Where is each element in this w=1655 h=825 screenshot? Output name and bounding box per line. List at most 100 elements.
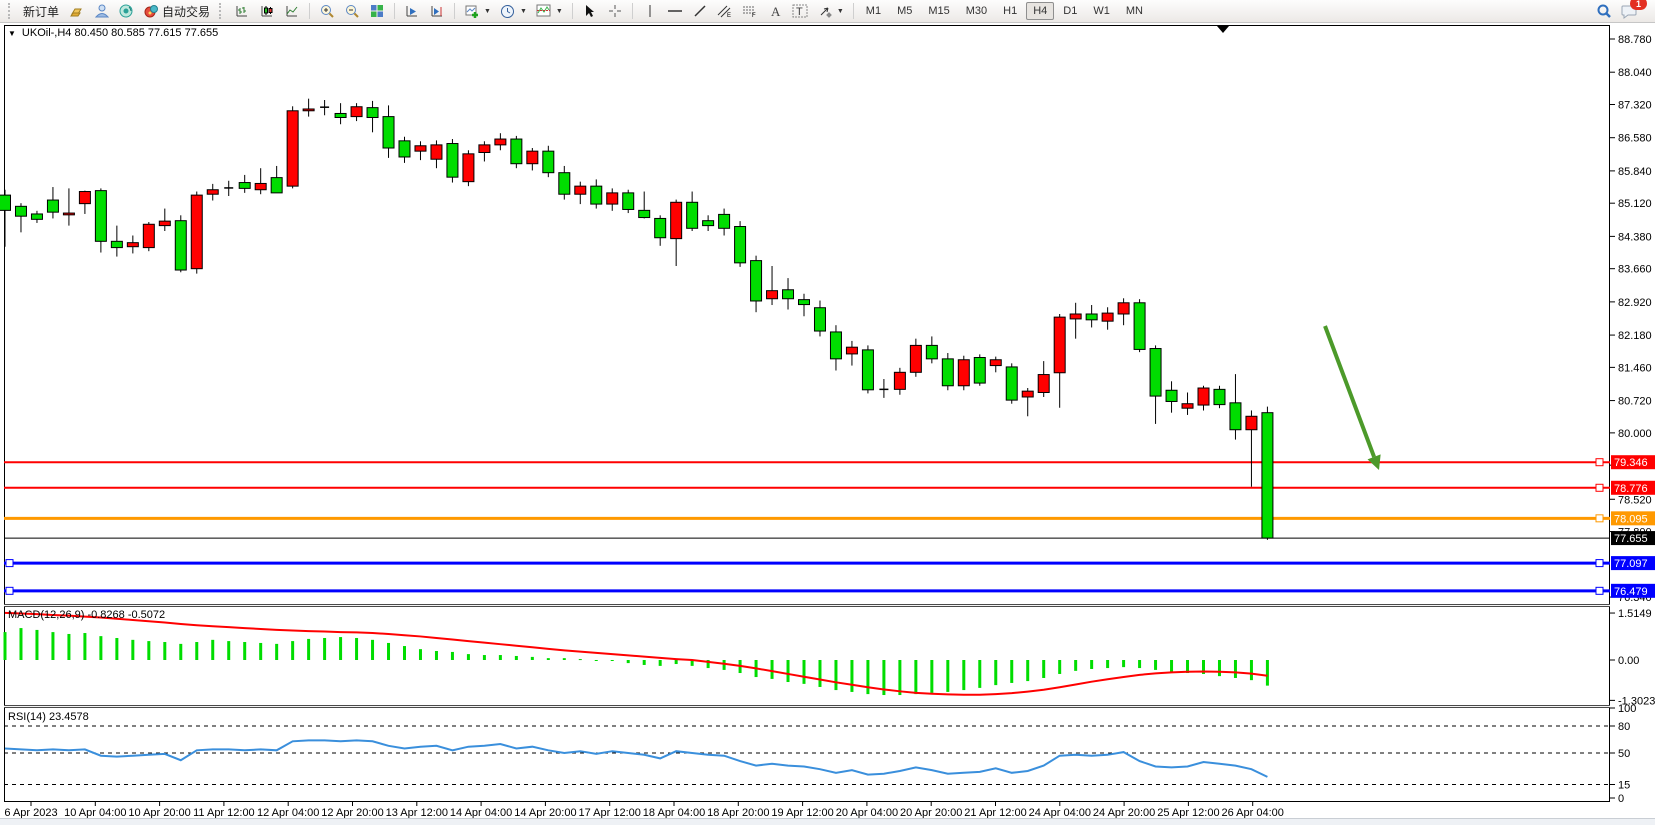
macd-histogram-bar xyxy=(387,643,390,660)
macd-histogram-bar xyxy=(675,660,678,664)
candle xyxy=(367,108,378,118)
one-click-trading-expander-icon[interactable]: ▼ xyxy=(8,29,16,38)
candle xyxy=(846,347,857,354)
price-line-label-text: 78.095 xyxy=(1614,513,1648,525)
macd-histogram-bar xyxy=(371,640,374,660)
mt4-application-window: 新订单 自动交易 xyxy=(0,0,1655,825)
chart-window: 88.78088.04087.32086.58085.84085.12084.3… xyxy=(0,23,1655,818)
line-handle[interactable] xyxy=(1596,560,1603,567)
candle xyxy=(255,183,266,189)
macd-histogram-bar xyxy=(435,651,438,660)
macd-histogram-bar xyxy=(307,639,310,660)
line-handle[interactable] xyxy=(1596,587,1603,594)
candle xyxy=(1214,389,1225,404)
candle xyxy=(1022,391,1033,397)
macd-histogram-bar xyxy=(291,641,294,660)
macd-histogram-bar xyxy=(1234,660,1237,678)
line-handle[interactable] xyxy=(1596,459,1603,466)
line-handle[interactable] xyxy=(1596,515,1603,522)
macd-histogram-bar xyxy=(627,660,630,663)
candle xyxy=(1246,416,1257,429)
candle xyxy=(63,213,74,215)
macd-histogram-bar xyxy=(547,658,550,660)
macd-histogram-bar xyxy=(1154,660,1157,670)
macd-histogram-bar xyxy=(914,660,917,694)
macd-histogram-bar xyxy=(803,660,806,684)
macd-histogram-bar xyxy=(1218,660,1221,676)
macd-histogram-bar xyxy=(898,660,901,695)
symbol-ohlc-text: UKOil-,H4 80.450 80.585 77.615 77.655 xyxy=(22,27,218,39)
price-tick-label: 78.520 xyxy=(1618,494,1652,506)
macd-histogram-bar xyxy=(243,642,246,660)
candle xyxy=(894,372,905,389)
candle xyxy=(463,154,474,182)
price-tick-label: 81.460 xyxy=(1618,362,1652,374)
candle xyxy=(511,139,522,164)
candle xyxy=(1070,314,1081,319)
candle xyxy=(543,151,554,173)
chart-canvas[interactable]: 88.78088.04087.32086.58085.84085.12084.3… xyxy=(0,0,1655,825)
macd-histogram-bar xyxy=(1026,660,1029,681)
macd-histogram-bar xyxy=(1170,660,1173,672)
macd-histogram-bar xyxy=(4,632,7,660)
macd-histogram-bar xyxy=(723,660,726,670)
macd-histogram-bar xyxy=(483,655,486,660)
candle xyxy=(783,290,794,299)
macd-histogram-bar xyxy=(147,641,150,660)
line-handle[interactable] xyxy=(6,587,13,594)
macd-histogram-bar xyxy=(67,634,70,660)
price-tick-label: 82.920 xyxy=(1618,297,1652,309)
candle xyxy=(143,224,154,247)
candle xyxy=(559,173,570,195)
price-tick-label: 87.320 xyxy=(1618,99,1652,111)
rsi-axis-label: 15 xyxy=(1618,780,1630,792)
macd-histogram-bar xyxy=(787,660,790,682)
candle xyxy=(495,139,506,145)
price-tick-label: 88.040 xyxy=(1618,67,1652,79)
macd-histogram-bar xyxy=(1042,660,1045,678)
price-tick-label: 82.180 xyxy=(1618,330,1652,342)
line-handle[interactable] xyxy=(6,560,13,567)
candle xyxy=(175,221,186,270)
candle xyxy=(926,345,937,358)
macd-histogram-bar xyxy=(355,638,358,660)
macd-histogram-bar xyxy=(115,638,118,660)
price-line-label-text: 77.655 xyxy=(1614,533,1648,545)
rsi-axis-label: 80 xyxy=(1618,721,1630,733)
macd-histogram-bar xyxy=(467,654,470,660)
candle xyxy=(47,200,58,212)
macd-histogram-bar xyxy=(51,632,54,660)
line-handle[interactable] xyxy=(1596,484,1603,491)
status-bar xyxy=(0,818,1655,825)
macd-histogram-bar xyxy=(211,640,214,660)
candle xyxy=(1198,388,1209,405)
rsi-axis-label: 50 xyxy=(1618,748,1630,760)
candle xyxy=(79,192,90,204)
macd-histogram-bar xyxy=(1090,660,1093,669)
macd-histogram-bar xyxy=(131,640,134,660)
price-tick-label: 88.780 xyxy=(1618,34,1652,46)
candle xyxy=(1134,303,1145,350)
candle xyxy=(111,241,122,247)
candle xyxy=(527,151,538,164)
macd-histogram-bar xyxy=(962,660,965,690)
price-line-label-text: 77.097 xyxy=(1614,558,1648,570)
macd-histogram-bar xyxy=(227,641,230,660)
macd-histogram-bar xyxy=(978,660,981,688)
macd-histogram-bar xyxy=(419,649,422,660)
candle xyxy=(735,227,746,263)
candle xyxy=(639,210,650,217)
macd-histogram-bar xyxy=(771,660,774,679)
candle xyxy=(159,221,170,225)
candle xyxy=(623,193,634,210)
candle xyxy=(671,202,682,238)
macd-histogram-bar xyxy=(179,644,182,660)
candle xyxy=(431,145,442,159)
candle xyxy=(447,144,458,178)
candle xyxy=(862,350,873,390)
macd-histogram-bar xyxy=(1122,660,1125,667)
candle xyxy=(1086,314,1097,320)
candle xyxy=(1150,349,1161,397)
candle xyxy=(1038,375,1049,393)
price-tick-label: 84.380 xyxy=(1618,231,1652,243)
